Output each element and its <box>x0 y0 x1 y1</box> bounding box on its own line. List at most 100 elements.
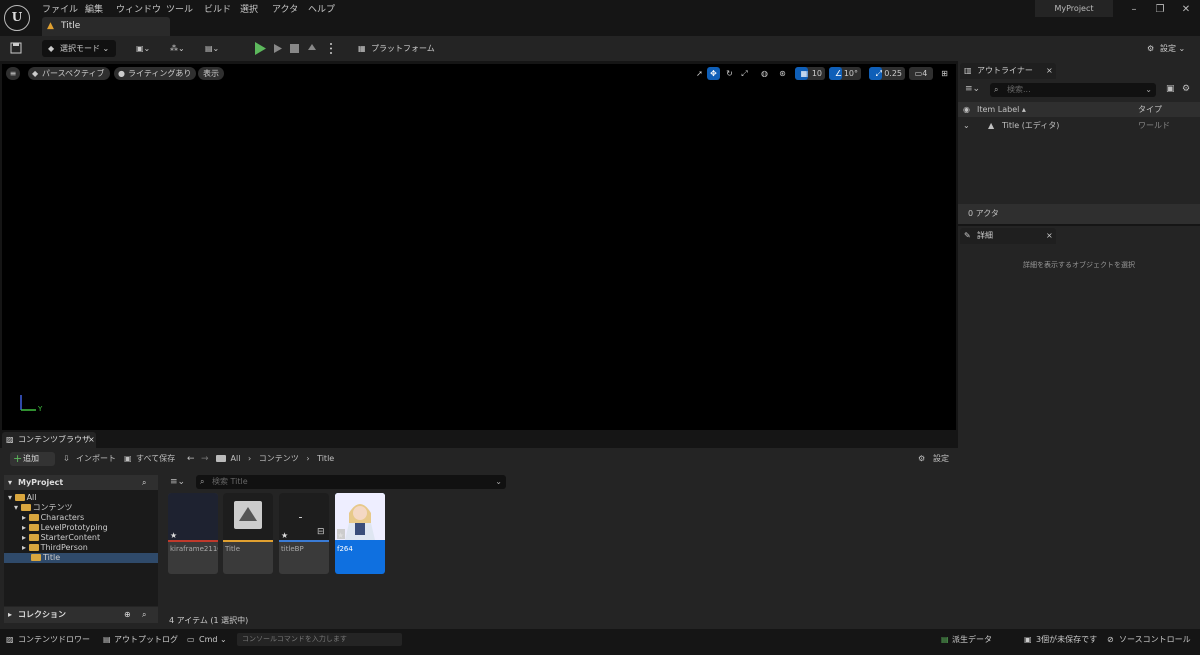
blueprint-icon[interactable]: ⁂⌄ <box>170 40 194 57</box>
asset-tile-selected[interactable]: ★ f264 <box>335 493 385 574</box>
asset-tile[interactable]: ★ kiraframe2110 <box>168 493 218 574</box>
add-button[interactable]: + 追加 <box>10 452 55 466</box>
rotation-snap-button[interactable]: ∠ 10° <box>829 67 861 80</box>
import-button[interactable]: ⇩ インポート <box>63 452 116 466</box>
tree-item-thirdperson[interactable]: ▸ ThirdPerson <box>4 543 161 553</box>
expand-icon[interactable]: ⌄ <box>963 118 970 133</box>
outliner-tab[interactable]: ▥ アウトライナー × <box>960 63 1056 79</box>
breadcrumb-contents[interactable]: コンテンツ <box>259 454 299 463</box>
menu-help[interactable]: ヘルプ <box>308 2 335 15</box>
world-icon: ▲ <box>988 121 995 130</box>
unsaved-button[interactable]: ▣ 3個が未保存です <box>1024 633 1097 646</box>
step-icon[interactable] <box>274 44 282 53</box>
menu-tools[interactable]: ツール <box>166 2 193 15</box>
save-all-button[interactable]: ▣ すべて保存 <box>124 452 175 466</box>
asset-tile[interactable]: Title <box>223 493 273 574</box>
tree-item-startercontent[interactable]: ▸ StarterContent <box>4 533 161 543</box>
tree-item-levelprototyping[interactable]: ▸ LevelPrototyping <box>4 523 161 533</box>
axis-y-label: Y <box>38 405 43 413</box>
stop-icon[interactable] <box>290 44 299 53</box>
sources-header[interactable]: ▾ MyProject ⌕ <box>4 475 158 490</box>
grid-snap-button[interactable]: ▦ 10 <box>795 67 825 80</box>
eye-icon[interactable]: ◉ <box>963 102 970 117</box>
tree-item-label: StarterContent <box>40 533 101 542</box>
tree-item-all[interactable]: ▾ All <box>4 493 161 503</box>
add-actor-icon[interactable]: ▣⌄ <box>136 40 160 57</box>
unreal-logo-icon[interactable]: U <box>4 5 30 31</box>
move-tool-icon[interactable]: ✥ <box>707 67 720 80</box>
content-drawer-button[interactable]: ▨ コンテンツドロワー <box>6 633 90 646</box>
collections-search-icon[interactable]: ⌕ <box>142 607 146 623</box>
forward-icon[interactable]: → <box>201 454 209 464</box>
source-control-button[interactable]: ⊘ ソースコントロール <box>1107 633 1191 646</box>
level-tab[interactable]: ▲ Title <box>42 17 170 36</box>
details-close-icon[interactable]: × <box>1046 228 1053 244</box>
rotate-tool-icon[interactable]: ↻ <box>723 67 736 80</box>
tree-item-contents[interactable]: ▾ コンテンツ <box>4 503 161 513</box>
outliner-settings-icon[interactable]: ⚙ <box>1182 84 1190 94</box>
breadcrumb-title[interactable]: Title <box>317 454 334 463</box>
col-type[interactable]: タイプ <box>1138 102 1162 117</box>
derived-data-button[interactable]: ▤ 派生データ <box>941 633 992 646</box>
platform-dropdown[interactable]: ▦ プラットフォーム ⌄ <box>356 40 440 70</box>
outliner-row[interactable]: ⌄ ▲ Title (エディタ) ワールド <box>958 118 1200 133</box>
menu-build[interactable]: ビルド <box>204 2 231 15</box>
cinematics-icon[interactable]: ▤⌄ <box>205 40 229 57</box>
outliner-row-label: Title (エディタ) <box>1002 121 1060 130</box>
content-browser-close-icon[interactable]: × <box>88 432 95 448</box>
level-viewport[interactable]: ≡ ◆ パースペクティブ ● ライティングあり 表示 ➚ ✥ ↻ ⤢ ◍ ⊛ ▦… <box>2 64 956 430</box>
settings-button[interactable]: ⚙ 設定 ⌄ <box>1147 40 1193 57</box>
select-mode-dropdown[interactable]: ◆ 選択モード ⌄ <box>42 40 116 57</box>
details-tab[interactable]: ✎ 詳細 × <box>960 228 1056 244</box>
filter-icon[interactable]: ≡⌄ <box>965 84 980 94</box>
menu-window[interactable]: ウィンドウ <box>116 2 161 15</box>
viewport-menu-icon[interactable]: ≡ <box>6 67 20 80</box>
perspective-label: パースペクティブ <box>42 69 105 78</box>
play-icon[interactable] <box>255 42 266 55</box>
asset-tile[interactable]: ⊟ ★ titleBP <box>279 493 329 574</box>
col-item-label[interactable]: Item Label ▴ <box>977 102 1026 117</box>
tree-search-icon[interactable]: ⌕ <box>142 475 146 490</box>
play-controls <box>252 40 336 57</box>
menu-file[interactable]: ファイル <box>42 2 78 15</box>
asset-filter-icon[interactable]: ≡⌄ <box>170 477 185 487</box>
perspective-button[interactable]: ◆ パースペクティブ <box>28 67 110 80</box>
restore-icon[interactable]: ❐ <box>1152 3 1168 17</box>
cmd-dropdown[interactable]: ▭ Cmd ⌄ <box>187 633 227 646</box>
scale-snap-button[interactable]: ⤢ 0.25 <box>869 67 905 80</box>
content-browser-icon: ▨ <box>6 435 14 444</box>
world-space-icon[interactable]: ◍ <box>758 67 771 80</box>
menu-actor[interactable]: アクタ <box>272 2 298 15</box>
tree-item-characters[interactable]: ▸ Characters <box>4 513 161 523</box>
surface-snap-icon[interactable]: ⊛ <box>776 67 789 80</box>
new-folder-icon[interactable]: ▣ <box>1166 84 1175 94</box>
minimize-icon[interactable]: – <box>1126 3 1142 17</box>
menu-edit[interactable]: 編集 <box>85 2 103 15</box>
save-icon[interactable] <box>8 40 24 57</box>
show-button[interactable]: 表示 <box>198 67 224 80</box>
grid-snap-value: 10 <box>811 69 822 78</box>
output-log-button[interactable]: ▤ アウトプットログ <box>103 633 178 646</box>
collections-header[interactable]: ▸ コレクション ⊕ ⌕ <box>4 607 158 623</box>
eject-icon[interactable] <box>308 44 316 50</box>
layout-icon[interactable]: ⊞ <box>938 67 951 80</box>
outliner-search-input[interactable]: ⌕ 検索... ⌄ <box>990 83 1156 97</box>
menu-select[interactable]: 選択 <box>240 2 258 15</box>
plus-icon: + <box>13 452 23 465</box>
asset-search-input[interactable]: ⌕ 検索 Title ⌄ <box>196 475 506 489</box>
back-icon[interactable]: ← <box>187 454 195 464</box>
content-browser-tab[interactable]: ▨ コンテンツブラウザ × <box>2 432 96 448</box>
main-toolbar: ◆ 選択モード ⌄ ▣⌄ ⁂⌄ ▤⌄ ▦ プラットフォーム ⌄ ⚙ 設定 ⌄ <box>0 36 1200 70</box>
cb-settings-button[interactable]: ⚙ 設定 <box>918 452 949 466</box>
lighting-button[interactable]: ● ライティングあり <box>114 67 197 80</box>
camera-speed-button[interactable]: ▭4 <box>909 67 933 80</box>
outliner-close-icon[interactable]: × <box>1046 63 1053 79</box>
scale-tool-icon[interactable]: ⤢ <box>738 67 751 80</box>
select-tool-icon[interactable]: ➚ <box>693 67 706 80</box>
tree-item-title[interactable]: Title <box>4 553 158 563</box>
breadcrumb-all[interactable]: All <box>231 454 241 463</box>
widget-icon: ⊟ <box>317 527 325 537</box>
close-icon[interactable]: ✕ <box>1178 3 1194 17</box>
console-input[interactable]: コンソールコマンドを入力します <box>237 633 402 646</box>
add-collection-icon[interactable]: ⊕ <box>124 607 131 623</box>
